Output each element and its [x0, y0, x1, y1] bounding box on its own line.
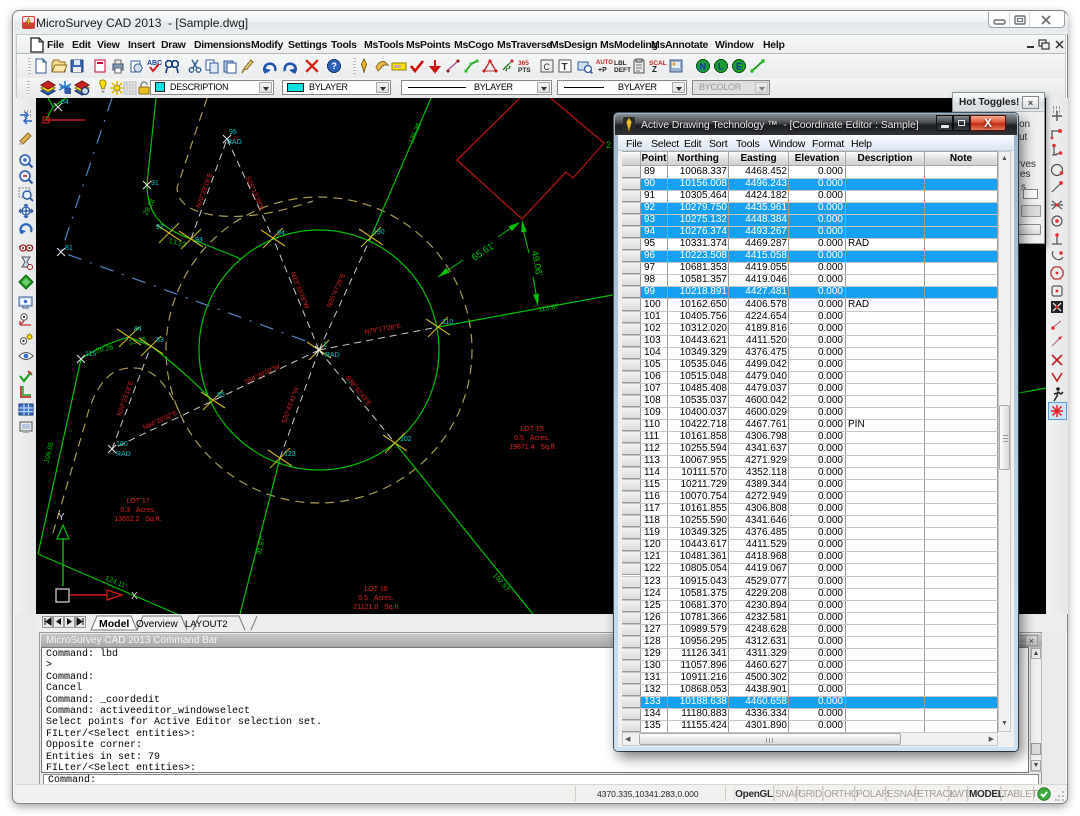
svg-text:T: T — [562, 62, 568, 73]
svg-text:N25°47'25"E: N25°47'25"E — [325, 271, 348, 309]
svg-text:0.3 Acres.: 0.3 Acres. — [120, 507, 155, 514]
svg-text:1: 1 — [323, 342, 327, 349]
svg-text:83: 83 — [156, 337, 164, 344]
svg-text:28.28: 28.28 — [95, 344, 114, 355]
svg-text:S25°13'28"E: S25°13'28"E — [244, 175, 266, 212]
svg-text:110: 110 — [442, 319, 453, 326]
svg-text:115: 115 — [85, 351, 96, 358]
svg-text:19871.4 Sq.ft: 19871.4 Sq.ft — [509, 444, 555, 451]
svg-text:190: 190 — [373, 229, 385, 236]
svg-text:LOT 17: LOT 17 — [126, 498, 149, 505]
svg-text:LAYOUT2: LAYOUT2 — [185, 619, 228, 630]
svg-text:LOT 15: LOT 15 — [520, 426, 543, 433]
svg-text:RAD: RAD — [116, 451, 131, 458]
svg-text:LOT 16: LOT 16 — [364, 586, 387, 593]
svg-text:2: 2 — [606, 140, 611, 150]
svg-text:84: 84 — [134, 326, 142, 333]
svg-text:84: 84 — [61, 99, 69, 106]
svg-text:13.23: 13.23 — [168, 238, 187, 249]
svg-text:RAD: RAD — [227, 139, 242, 146]
svg-text:94: 94 — [277, 230, 285, 237]
svg-text:N79°17'28"E: N79°17'28"E — [364, 322, 402, 336]
svg-text:102: 102 — [400, 436, 412, 443]
svg-text:LBL: LBL — [614, 60, 627, 67]
svg-text:L: L — [718, 62, 724, 72]
svg-text:S20°43'41"W: S20°43'41"W — [280, 385, 301, 425]
svg-text:135.26: 135.26 — [408, 122, 423, 145]
svg-text:123: 123 — [284, 451, 296, 458]
svg-text:81: 81 — [65, 245, 73, 252]
svg-text:0.5 Acres.: 0.5 Acres. — [358, 595, 393, 602]
svg-text:Y: Y — [58, 512, 65, 523]
svg-text:21121.0 Sq.ft: 21121.0 Sq.ft — [353, 604, 398, 611]
svg-text:AUTO: AUTO — [596, 60, 613, 66]
svg-text:91.97': 91.97' — [256, 536, 267, 556]
svg-text:RAD: RAD — [325, 352, 340, 359]
svg-text:+P: +P — [598, 67, 607, 74]
svg-text:N20°23'18"E: N20°23'18"E — [115, 379, 135, 417]
svg-text:?: ? — [331, 61, 337, 71]
svg-text:91: 91 — [151, 180, 159, 187]
svg-text:Model: Model — [99, 618, 129, 630]
svg-text:113.87: 113.87 — [538, 303, 560, 314]
svg-text:S64°20'02"W: S64°20'02"W — [243, 362, 282, 386]
svg-text:N: N — [700, 62, 707, 72]
svg-text:92: 92 — [156, 224, 164, 231]
svg-text:S38°32'43"E: S38°32'43"E — [344, 374, 374, 408]
svg-text:365: 365 — [518, 60, 529, 67]
svg-text:0.5 Acres.: 0.5 Acres. — [514, 435, 549, 442]
svg-text:95: 95 — [229, 129, 237, 136]
svg-text:85: 85 — [217, 392, 225, 399]
svg-text:100: 100 — [116, 441, 128, 448]
svg-text:PTS: PTS — [518, 67, 531, 74]
svg-text:ABC: ABC — [147, 60, 162, 67]
svg-text:106.85: 106.85 — [44, 441, 56, 464]
svg-text:E: E — [736, 62, 742, 72]
svg-text:13652.2 Sq.ft.: 13652.2 Sq.ft. — [114, 516, 162, 523]
svg-text:C: C — [544, 62, 551, 72]
svg-text:DEFT: DEFT — [614, 67, 631, 74]
svg-text:Overview: Overview — [136, 619, 178, 630]
svg-text:X: X — [131, 591, 138, 602]
svg-text:65.61': 65.61' — [470, 240, 498, 263]
svg-text:Z: Z — [652, 65, 657, 74]
svg-text:49.06': 49.06' — [529, 250, 544, 277]
svg-text:93: 93 — [195, 237, 203, 244]
